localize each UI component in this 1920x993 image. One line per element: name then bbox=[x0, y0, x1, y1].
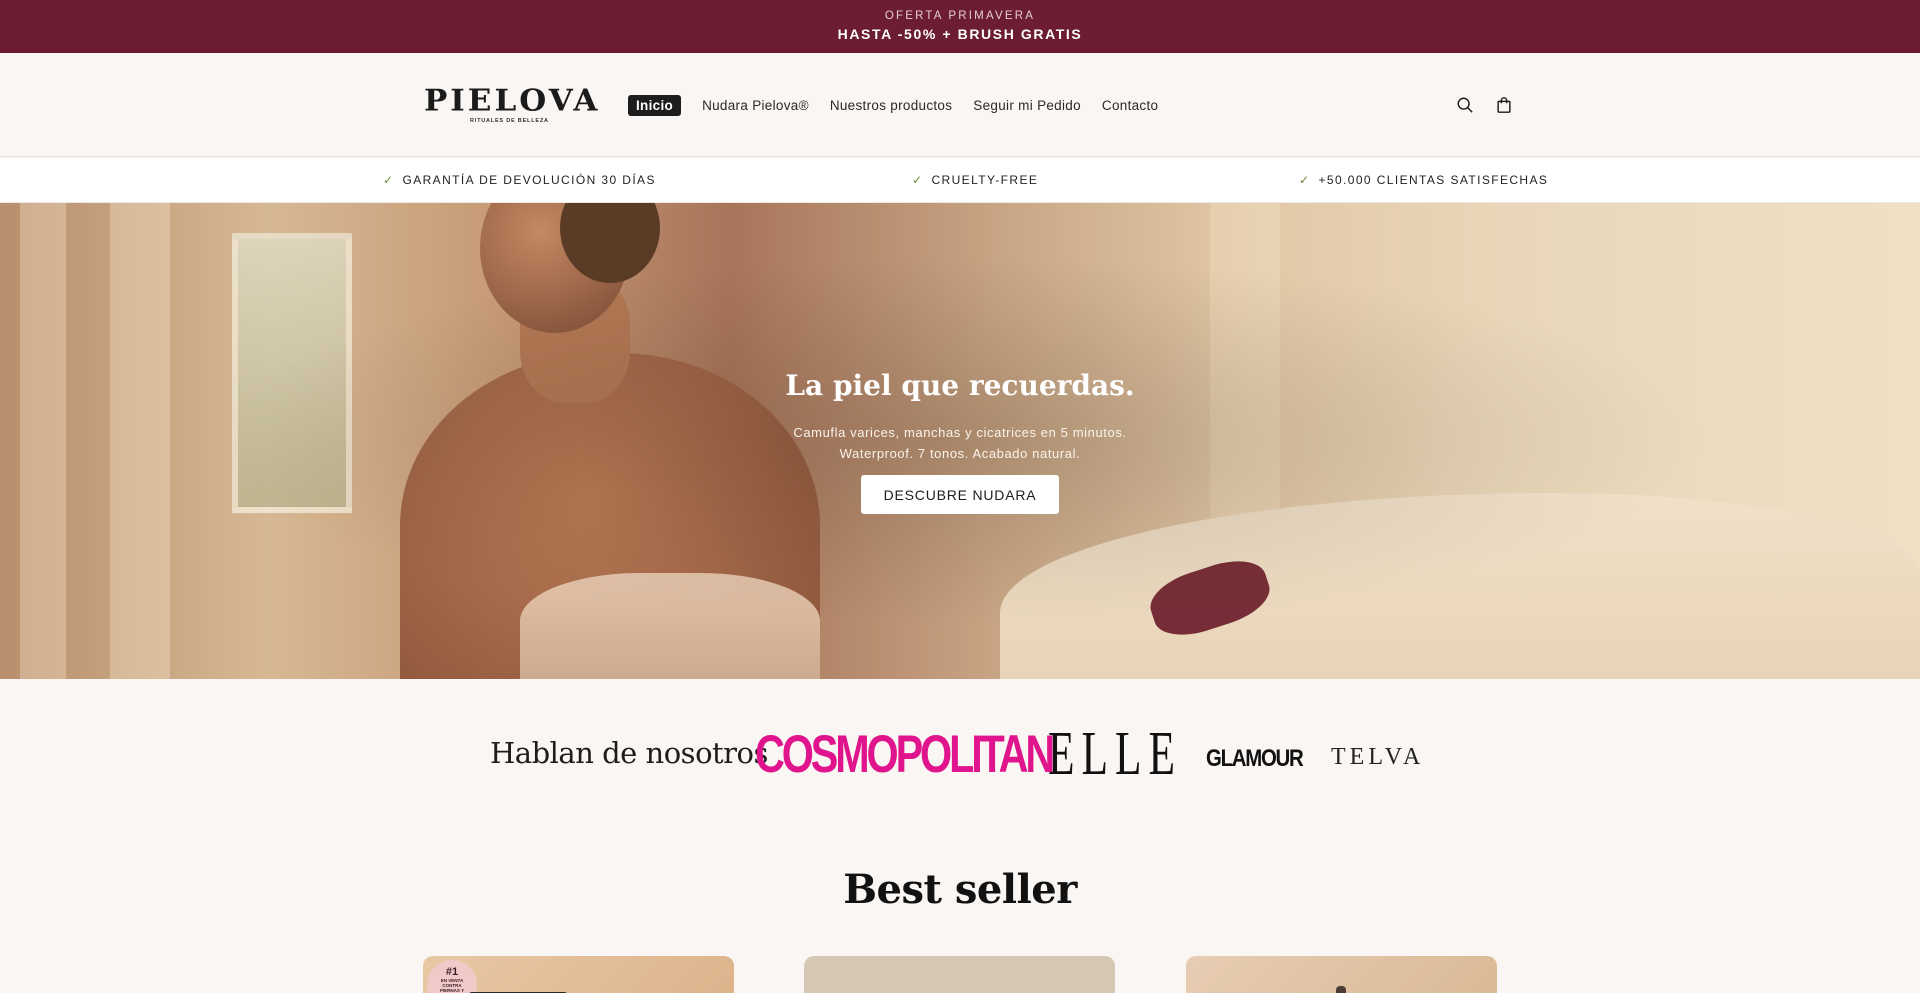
hero-banner: La piel que recuerdas. Camufla varices, … bbox=[0, 203, 1920, 679]
brand-logo[interactable]: PIELOVA RITUALES DE BELLEZA bbox=[424, 84, 597, 128]
product-card[interactable]: #1 EN VENTA CONTRA PIERNAS Y BRAZOS bbox=[423, 956, 734, 993]
bestseller-badge: #1 EN VENTA CONTRA PIERNAS Y BRAZOS bbox=[427, 960, 477, 993]
announcement-offer-text: HASTA -50% + BRUSH GRATIS bbox=[837, 26, 1083, 42]
nav-item-contacto[interactable]: Contacto bbox=[1102, 98, 1158, 113]
discover-nudara-button[interactable]: DESCUBRE NUDARA bbox=[861, 475, 1059, 514]
product-image bbox=[1336, 986, 1346, 993]
nav-item-inicio[interactable]: Inicio bbox=[628, 95, 682, 116]
press-section: Hablan de nosotros COSMOPOLITAN ELLE GLA… bbox=[0, 679, 1920, 834]
announcement-bar: OFERTA PRIMAVERA HASTA -50% + BRUSH GRAT… bbox=[0, 0, 1920, 53]
site-header: PIELOVA RITUALES DE BELLEZA Inicio Nudar… bbox=[0, 53, 1920, 157]
check-icon: ✓ bbox=[383, 173, 395, 187]
logo-tagline: RITUALES DE BELLEZA bbox=[470, 118, 549, 124]
glamour-logo: GLAMOUR bbox=[1206, 745, 1304, 772]
search-icon[interactable] bbox=[1454, 94, 1476, 116]
nav-item-productos[interactable]: Nuestros productos bbox=[830, 98, 952, 113]
telva-logo: TELVA bbox=[1331, 744, 1425, 770]
trust-item-customers: ✓ +50.000 CLIENTAS SATISFECHAS bbox=[1299, 173, 1549, 187]
check-icon: ✓ bbox=[1299, 173, 1311, 187]
main-nav: Inicio Nudara Pielova® Nuestros producto… bbox=[628, 94, 1179, 117]
announcement-small-text: OFERTA PRIMAVERA bbox=[884, 10, 1036, 22]
product-card[interactable] bbox=[1186, 956, 1497, 993]
nav-item-nudara[interactable]: Nudara Pielova® bbox=[702, 98, 809, 113]
trust-item-guarantee: ✓ GARANTÍA DE DEVOLUCIÓN 30 DÍAS bbox=[383, 173, 656, 187]
logo-wordmark: PIELOVA bbox=[424, 83, 601, 119]
elle-logo: ELLE bbox=[1048, 720, 1183, 788]
hero-subtitle-line-2: Waterproof. 7 tonos. Acabado natural. bbox=[839, 446, 1081, 461]
cart-icon[interactable] bbox=[1493, 94, 1515, 116]
hero-title: La piel que recuerdas. bbox=[785, 369, 1135, 402]
trust-bar: ✓ GARANTÍA DE DEVOLUCIÓN 30 DÍAS ✓ CRUELTY… bbox=[0, 158, 1920, 203]
hero-subtitle: Camufla varices, manchas y cicatrices en… bbox=[0, 422, 1920, 464]
hero-subtitle-line-1: Camufla varices, manchas y cicatrices en… bbox=[793, 425, 1127, 440]
check-icon: ✓ bbox=[912, 173, 924, 187]
product-card[interactable] bbox=[804, 956, 1115, 993]
best-seller-title: Best seller bbox=[843, 866, 1077, 913]
cosmopolitan-logo: COSMOPOLITAN bbox=[755, 725, 1055, 784]
nav-item-seguir-pedido[interactable]: Seguir mi Pedido bbox=[973, 98, 1081, 113]
press-label: Hablan de nosotros bbox=[490, 736, 768, 770]
trust-item-cruelty-free: ✓ CRUELTY-FREE bbox=[912, 173, 1039, 187]
